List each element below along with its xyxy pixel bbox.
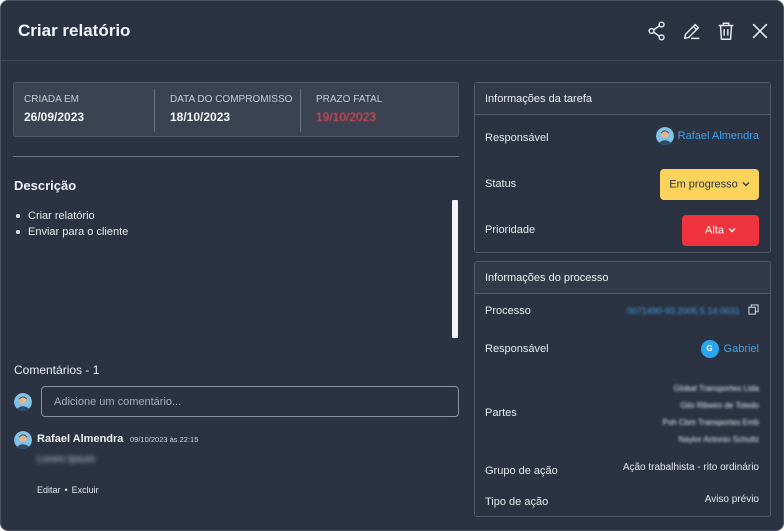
modal-title: Criar relatório <box>18 21 131 40</box>
priority-label: Prioridade <box>485 224 536 236</box>
process-info-panel: Informações do processo Processo 0071490… <box>474 261 771 517</box>
party-item: Global Transportes Ltda <box>673 384 759 393</box>
task-responsible-name[interactable]: Rafael Almendra <box>678 130 759 142</box>
created-date-value: 26/09/2023 <box>24 110 85 124</box>
comment-actions: Editar • Excluir <box>37 485 99 495</box>
process-info-title: Informações do processo <box>485 272 609 284</box>
deadline-date-value: 19/10/2023 <box>316 110 377 124</box>
list-item: Criar relatório <box>15 208 128 224</box>
process-responsible[interactable]: G Gabriel <box>700 340 759 358</box>
description-scrollbar[interactable] <box>452 200 458 338</box>
parties-label: Partes <box>485 407 517 419</box>
deadline-date-label: PRAZO FATAL <box>316 94 383 105</box>
comments-title: Comentários - 1 <box>14 363 100 377</box>
parties-list: Global Transportes Ltda Gilo Ribeiro de … <box>663 380 759 448</box>
action-group-value: Ação trabalhista - rito ordinário <box>622 462 759 473</box>
avatar <box>14 393 32 411</box>
priority-value: Alta <box>705 224 724 237</box>
edit-comment-link[interactable]: Editar <box>37 485 61 495</box>
separator-dot: • <box>64 485 68 495</box>
party-item: Naylor Antonio Schultz <box>678 435 760 444</box>
comment-input[interactable] <box>41 386 459 417</box>
divider <box>300 89 301 132</box>
close-icon[interactable] <box>749 20 771 42</box>
comment-date: 09/10/2023 às 22:15 <box>130 435 199 444</box>
action-type-label: Tipo de ação <box>485 496 549 508</box>
status-dropdown[interactable]: Em progresso <box>660 169 759 200</box>
priority-dropdown[interactable]: Alta <box>682 215 759 246</box>
process-number-row: 0071490-93.2005.5.14.0031 <box>627 304 759 318</box>
created-date-label: CRIADA EM <box>24 94 80 105</box>
task-modal: Criar relatório CRIADA EM 26/09/2023 DAT… <box>0 0 784 531</box>
avatar: G <box>700 340 719 358</box>
task-responsible[interactable]: Rafael Almendra <box>655 127 759 145</box>
copy-icon[interactable] <box>748 304 759 318</box>
task-info-panel: Informações da tarefa Responsável Rafael… <box>474 82 771 253</box>
action-type-value: Aviso prévio <box>704 494 759 505</box>
comment-author: Rafael Almendra <box>37 433 124 445</box>
avatar <box>14 431 32 449</box>
action-group-label: Grupo de ação <box>485 465 558 477</box>
delete-comment-link[interactable]: Excluir <box>72 485 99 495</box>
task-responsible-label: Responsável <box>485 132 549 144</box>
description-title: Descrição <box>14 178 77 193</box>
modal-header: Criar relatório <box>1 1 783 61</box>
divider <box>13 156 459 157</box>
process-responsible-name[interactable]: Gabriel <box>724 343 759 355</box>
chevron-down-icon <box>742 169 750 200</box>
process-label: Processo <box>485 305 531 317</box>
party-item: Poh Cbm Transportes Emb <box>662 418 759 427</box>
status-label: Status <box>485 178 517 190</box>
process-number[interactable]: 0071490-93.2005.5.14.0031 <box>627 306 740 316</box>
status-value: Em progresso <box>669 178 738 191</box>
share-icon[interactable] <box>646 20 668 42</box>
edit-icon[interactable] <box>681 20 703 42</box>
list-item: Enviar para o cliente <box>15 224 128 240</box>
description-list: Criar relatório Enviar para o cliente <box>15 208 128 240</box>
appointment-date-label: DATA DO COMPROMISSO <box>170 94 293 105</box>
task-info-title: Informações da tarefa <box>485 93 593 105</box>
appointment-date-value: 18/10/2023 <box>170 110 231 124</box>
dates-card: CRIADA EM 26/09/2023 DATA DO COMPROMISSO… <box>13 82 459 137</box>
avatar <box>655 127 674 145</box>
process-responsible-label: Responsável <box>485 343 549 355</box>
party-item: Gilo Ribeiro de Toledo <box>680 401 759 410</box>
chevron-down-icon <box>728 215 736 246</box>
comment-body: Lorem Ipsum <box>37 454 96 465</box>
divider <box>154 89 155 132</box>
trash-icon[interactable] <box>715 20 737 42</box>
